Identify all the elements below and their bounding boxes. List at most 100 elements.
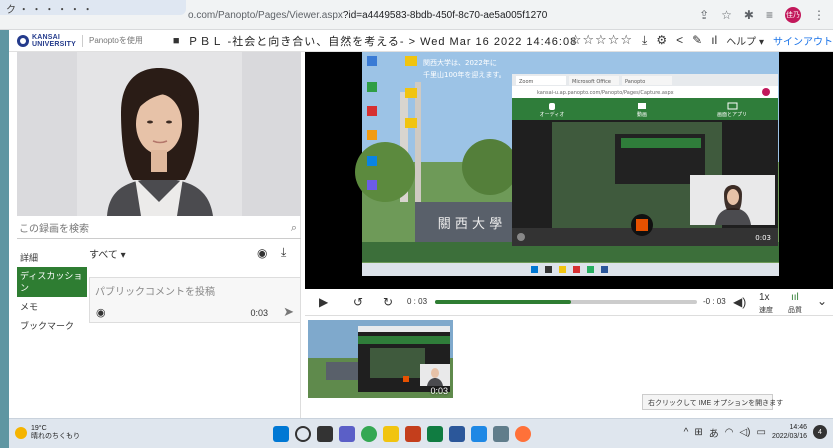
desktop-text-2: 千里山100年を迎えます。 — [423, 70, 506, 79]
battery-icon[interactable]: ▭ — [757, 427, 766, 438]
taskbar-apps — [273, 426, 531, 442]
browser-tab[interactable]: ク ・ ・ ・ ・ ・ ・ — [0, 0, 186, 15]
comment-input[interactable]: パブリックコメントを投稿 — [95, 283, 215, 298]
clock[interactable]: 14:46 2022/03/16 — [772, 423, 807, 441]
kansai-logo[interactable]: KANSAI UNIVERSITY — [17, 34, 76, 48]
ime-indicator[interactable]: あ — [709, 425, 719, 440]
input-icon[interactable]: ⊞ — [694, 427, 702, 438]
inner-url: kansai-u.ap.panopto.com/Panopto/Pages/Ca… — [537, 90, 674, 96]
main-video[interactable]: 關 西 大 學 関西大学は、2022年に 千里山100年を迎えます。 Zoom … — [305, 52, 833, 289]
menu-dots-icon[interactable]: ⋮ — [813, 8, 825, 22]
kansai-logo-icon — [17, 34, 29, 47]
webcam-video[interactable] — [17, 52, 301, 216]
inner-tab-1: Zoom — [519, 79, 534, 85]
rewind-10-icon[interactable]: ↺ — [353, 295, 363, 309]
explorer-icon[interactable] — [383, 426, 399, 442]
kansai-logo-text: KANSAI UNIVERSITY — [32, 33, 77, 48]
calculator-icon[interactable] — [493, 426, 509, 442]
browser-actions: ⇪ ☆ ✱ ≡ 佳乃 ⋮ — [699, 7, 825, 23]
forward-10-icon[interactable]: ↻ — [383, 295, 393, 309]
play-icon[interactable]: ▶ — [319, 295, 328, 309]
stats-icon[interactable]: ıl — [711, 33, 717, 47]
bookmark-star-icon[interactable]: ☆ — [721, 8, 732, 22]
ime-tooltip: 右クリックして IME オプションを開きます — [642, 394, 783, 410]
quality-icon[interactable]: ııl — [791, 292, 799, 303]
chevron-down-icon[interactable]: ⌄ — [817, 294, 827, 308]
desktop-text-1: 関西大学は、2022年に — [423, 58, 497, 67]
session-title[interactable]: ＰＢＬ -社会と向き合い、自然を考える- > Wed Mar 16 2022 1… — [187, 33, 577, 49]
side-tabs: 詳細 ディスカッション メモ ブックマーク — [17, 248, 87, 335]
tab-bookmarks[interactable]: ブックマーク — [17, 316, 87, 335]
extensions-icon[interactable]: ✱ — [744, 8, 754, 22]
presenter-image — [17, 52, 301, 216]
system-tray: ^ ⊞ あ ◠ ◁) ▭ 14:46 2022/03/16 4 — [684, 423, 827, 441]
wifi-icon[interactable]: ◠ — [725, 427, 734, 438]
visibility-eye-icon[interactable]: ◉ — [96, 306, 106, 319]
powered-by: Panoptoを使用 — [89, 36, 143, 45]
excel-icon[interactable] — [427, 426, 443, 442]
folder-icon[interactable]: ■ — [173, 35, 180, 47]
notes-icon[interactable] — [471, 426, 487, 442]
powerpoint-icon[interactable] — [405, 426, 421, 442]
gear-icon[interactable]: ⚙ — [656, 33, 667, 47]
share-network-icon[interactable]: < — [676, 33, 683, 47]
screen: ク ・ ・ ・ ・ ・ ・ o.com/Panopto/Pages/Viewer… — [0, 0, 833, 448]
search-input[interactable] — [17, 219, 301, 239]
inner-tab-3: Panopto — [625, 79, 645, 85]
download-icon[interactable]: ⤓ — [642, 33, 647, 48]
speed-value[interactable]: 1x — [759, 292, 770, 303]
edit-pencil-icon[interactable]: ✎ — [692, 33, 702, 47]
inner-tab-2: Microsoft Office — [572, 79, 611, 85]
header-actions: ☆☆☆☆☆ ⤓ ⚙ < ✎ ıl ヘルプ ▾ サインアウト — [570, 32, 833, 48]
viewer-header: KANSAI UNIVERSITY Panoptoを使用 ■ ＰＢＬ -社会と向き… — [9, 30, 833, 52]
comment-filter-dropdown[interactable]: すべて ▾ — [89, 246, 126, 261]
search-taskbar-icon[interactable] — [295, 426, 311, 442]
eye-icon[interactable]: ◉ — [257, 246, 267, 260]
weather-widget[interactable]: 19°C 晴れのちくもり — [15, 425, 80, 441]
sign-text: 關 西 大 學 — [438, 217, 502, 232]
volume-tray-icon[interactable]: ◁) — [739, 427, 750, 438]
sign-out-link[interactable]: サインアウト — [773, 33, 833, 48]
word-icon[interactable] — [449, 426, 465, 442]
tab-notes[interactable]: メモ — [17, 297, 87, 316]
chrome-icon[interactable] — [361, 426, 377, 442]
url-path: o.com/Panopto/Pages/Viewer.aspx — [188, 10, 343, 21]
progress-bar[interactable] — [435, 300, 697, 304]
quality-label: 品質 — [788, 307, 802, 314]
help-menu[interactable]: ヘルプ ▾ — [726, 33, 764, 48]
thumbnail[interactable]: 0:03 — [308, 320, 453, 398]
start-icon[interactable] — [273, 426, 289, 442]
download-comments-icon[interactable]: ⤓ — [281, 245, 286, 260]
remaining-time: -0 : 03 — [703, 297, 726, 306]
tray-chevron-icon[interactable]: ^ — [684, 427, 689, 438]
inner-video: 動画 — [637, 111, 647, 118]
profile-avatar[interactable]: 佳乃 — [785, 7, 801, 23]
inner-time: 0:03 — [755, 234, 771, 242]
inner-audio: オーディオ — [540, 111, 565, 118]
comment-timestamp: 0:03 — [250, 308, 268, 318]
chat-icon[interactable] — [339, 426, 355, 442]
screen-capture: 關 西 大 學 関西大学は、2022年に 千里山100年を迎えます。 Zoom … — [305, 52, 833, 289]
reading-list-icon[interactable]: ≡ — [766, 8, 773, 22]
comments-panel: すべて ▾ ◉ ⤓ パブリックコメントを投稿 ◉ 0:03 ➤ — [89, 244, 301, 323]
tab-discussion[interactable]: ディスカッション — [17, 267, 87, 297]
firefox-icon[interactable] — [515, 426, 531, 442]
comment-filter-row: すべて ▾ ◉ ⤓ — [89, 244, 301, 262]
browser-toolbar: ク ・ ・ ・ ・ ・ ・ o.com/Panopto/Pages/Viewer… — [0, 0, 833, 30]
tab-details[interactable]: 詳細 — [17, 248, 87, 267]
url-query: ?id=a4449583-8bdb-450f-8c70-ae5a005f1270 — [342, 10, 548, 21]
current-time: 0 : 03 — [407, 297, 428, 306]
divider — [82, 34, 84, 47]
share-icon[interactable]: ⇪ — [699, 8, 709, 22]
volume-icon[interactable]: ◀) — [733, 295, 746, 309]
weather-text: 19°C 晴れのちくもり — [31, 425, 80, 440]
notification-badge[interactable]: 4 — [813, 425, 827, 439]
search-icon[interactable]: ⌕ — [291, 222, 297, 235]
speed-label: 速度 — [759, 307, 773, 314]
address-bar[interactable]: o.com/Panopto/Pages/Viewer.aspx?id=a4449… — [188, 10, 547, 21]
left-panel: ⌕ 詳細 ディスカッション メモ ブックマーク すべて ▾ ◉ ⤓ パブリックコ… — [9, 52, 301, 418]
rating-stars[interactable]: ☆☆☆☆☆ — [570, 32, 633, 48]
send-icon[interactable]: ➤ — [283, 304, 294, 320]
task-view-icon[interactable] — [317, 426, 333, 442]
comment-composer: パブリックコメントを投稿 ◉ 0:03 ➤ — [89, 277, 301, 323]
